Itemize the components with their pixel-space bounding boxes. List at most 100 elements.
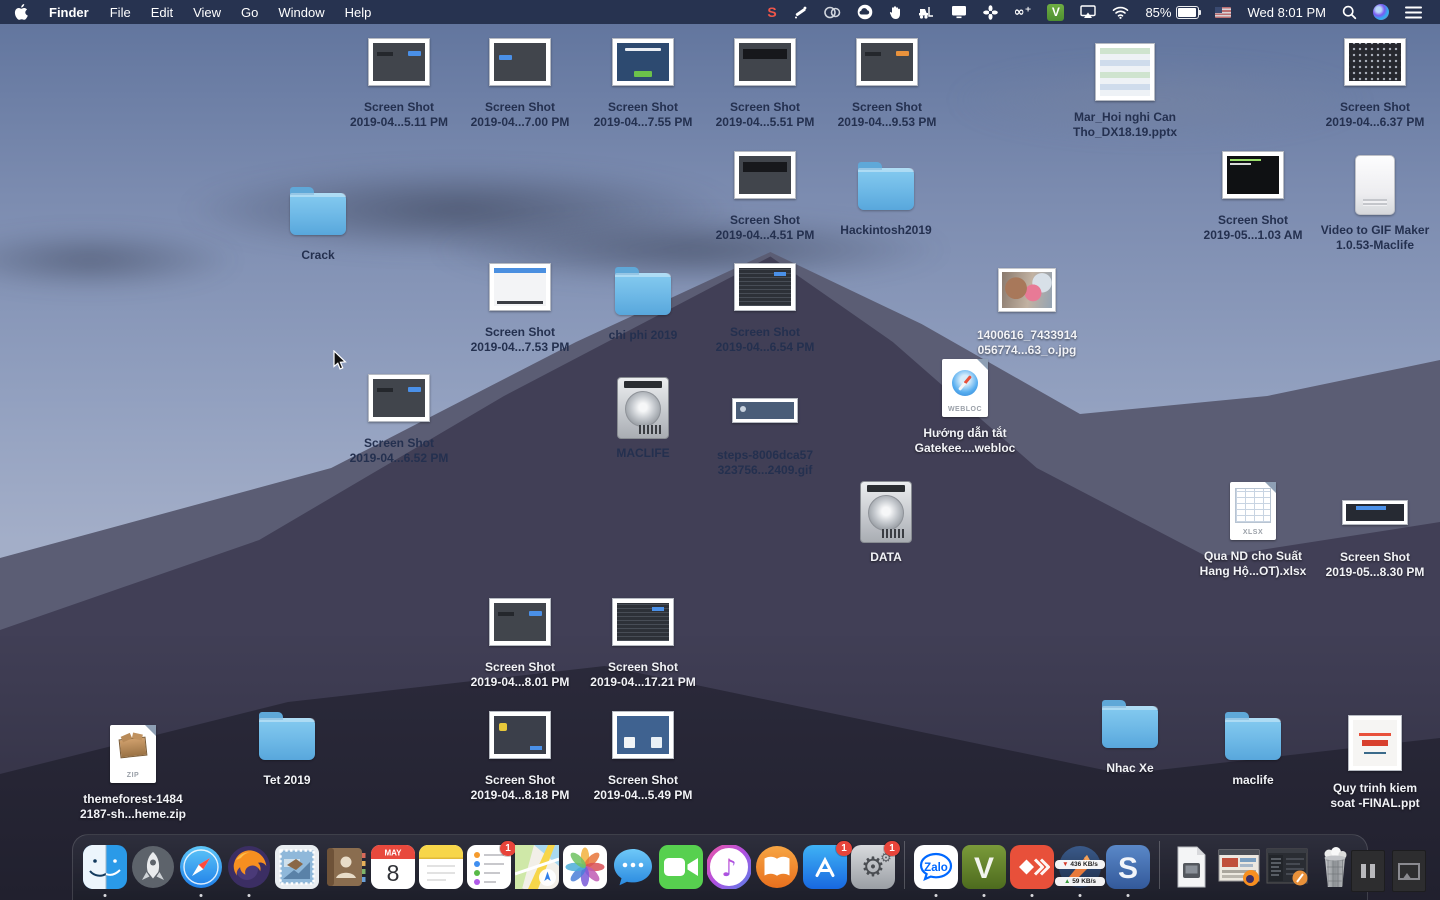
menu-edit[interactable]: Edit (141, 5, 183, 20)
desktop-icon-maclife-folder[interactable]: maclife (1187, 699, 1319, 788)
desktop-icon-ss-801[interactable]: Screen Shot 2019-04...8.01 PM (454, 586, 586, 690)
status-infinity-plus-icon[interactable]: ∞⁺ (1006, 0, 1040, 24)
siri-button[interactable] (1365, 0, 1397, 24)
dock-zalo[interactable]: Zalo (914, 845, 958, 889)
desktop-icon-hackintosh[interactable]: Hackintosh2019 (820, 149, 952, 238)
svg-text:S: S (1118, 852, 1138, 885)
status-forklift-icon[interactable] (910, 0, 943, 24)
pause-icon (1361, 864, 1375, 878)
menu-window[interactable]: Window (268, 5, 334, 20)
ss-511-label: Screen Shot 2019-04...5.11 PM (350, 100, 448, 130)
maclife-drive-label: MACLIFE (616, 446, 669, 461)
desktop-icon-ss-1721[interactable]: Screen Shot 2019-04...17.21 PM (577, 586, 709, 690)
ss-103-thumbnail (1222, 139, 1284, 211)
desktop-icon-ss-511[interactable]: Screen Shot 2019-04...5.11 PM (333, 26, 465, 130)
dock: MAY81♪1⚙⚙1ZaloV▼ 436 KB/s▲ 59 KB/sS (72, 834, 1368, 900)
notification-center-button[interactable] (1397, 0, 1430, 24)
desktop-icon-ss-953[interactable]: Screen Shot 2019-04...9.53 PM (821, 26, 953, 130)
battery-status[interactable]: 85% (1137, 5, 1207, 20)
status-airplay-icon[interactable] (1072, 0, 1104, 24)
desktop-icon-ss-103[interactable]: Screen Shot 2019-05...1.03 AM (1187, 139, 1319, 243)
dock-calendar[interactable]: MAY8 (371, 845, 415, 889)
dock-notes[interactable] (419, 845, 463, 889)
status-v-input-icon[interactable]: V (1039, 0, 1072, 24)
desktop-icon-ss-755[interactable]: Screen Shot 2019-04...7.55 PM (577, 26, 709, 130)
desktop-icon-data-drive[interactable]: DATA (820, 476, 952, 565)
desktop-icon-ss-652[interactable]: Screen Shot 2019-04...6.52 PM (333, 362, 465, 466)
pause-button[interactable] (1351, 850, 1385, 892)
desktop-icon-steps-gif[interactable]: steps-8006dca57 323756...2409.gif (699, 374, 831, 478)
dock-maps[interactable] (515, 845, 559, 889)
dock-min-firefox-window[interactable] (1217, 845, 1261, 889)
menu-bar-clock[interactable]: Wed 8:01 PM (1239, 5, 1334, 20)
status-creative-cloud-icon[interactable] (816, 0, 849, 24)
desktop-icon-maclife-drive[interactable]: MACLIFE (577, 372, 709, 461)
menu-bar: FinderFileEditViewGoWindowHelp S∞⁺V 85% … (0, 0, 1440, 24)
dock-messages[interactable] (611, 845, 655, 889)
data-drive-thumbnail (860, 476, 912, 548)
desktop-icon-ss-830[interactable]: Screen Shot 2019-05...8.30 PM (1309, 476, 1440, 580)
spotlight-button[interactable] (1334, 0, 1365, 24)
tet-2019-label: Tet 2019 (263, 773, 310, 788)
dock-evkey[interactable]: V (962, 845, 1006, 889)
dock-system-preferences[interactable]: ⚙⚙1 (851, 845, 895, 889)
dock-facetime[interactable] (659, 845, 703, 889)
dock-min-dark-window[interactable] (1265, 845, 1309, 889)
status-s-app-icon[interactable]: S (759, 0, 784, 24)
apple-menu[interactable] (0, 4, 38, 20)
dock-itunes[interactable]: ♪ (707, 845, 751, 889)
dock-net-speed[interactable]: ▼ 436 KB/s▲ 59 KB/s (1058, 845, 1102, 889)
desktop-icon-pptx[interactable]: Mar_Hoi nghi Can Tho_DX18.19.pptx (1059, 36, 1191, 140)
dock-books[interactable] (755, 845, 799, 889)
desktop-icon-tet-2019[interactable]: Tet 2019 (221, 699, 353, 788)
desktop-icon-ss-700[interactable]: Screen Shot 2019-04...7.00 PM (454, 26, 586, 130)
status-wand-tool-icon[interactable] (785, 0, 816, 24)
desktop-icon-ss-654[interactable]: Screen Shot 2019-04...6.54 PM (699, 251, 831, 355)
dock-finder[interactable] (83, 845, 127, 889)
dock-firefox[interactable] (227, 845, 271, 889)
menu-view[interactable]: View (183, 5, 231, 20)
status-display-icon[interactable] (943, 0, 975, 24)
desktop-icon-ss-451[interactable]: Screen Shot 2019-04...4.51 PM (699, 139, 831, 243)
nhac-xe-thumbnail (1102, 687, 1158, 759)
dock-safari[interactable] (179, 845, 223, 889)
desktop-icon-ss-818[interactable]: Screen Shot 2019-04...8.18 PM (454, 699, 586, 803)
desktop-icon-ss-551[interactable]: Screen Shot 2019-04...5.51 PM (699, 26, 831, 130)
desktop-icon-ss-549[interactable]: Screen Shot 2019-04...5.49 PM (577, 699, 709, 803)
dock-appstore[interactable]: 1 (803, 845, 847, 889)
running-indicator (983, 894, 986, 897)
dock-mail[interactable] (275, 845, 319, 889)
status-fan-icon[interactable] (975, 0, 1006, 24)
input-source-flag-icon[interactable] (1215, 7, 1231, 18)
status-wifi-icon[interactable] (1104, 0, 1137, 24)
ss-652-label: Screen Shot 2019-04...6.52 PM (350, 436, 449, 466)
desktop-icon-crack[interactable]: Crack (252, 174, 384, 263)
dock-red-arrows[interactable] (1010, 845, 1054, 889)
ss-549-label: Screen Shot 2019-04...5.49 PM (594, 773, 693, 803)
desktop-icon-jpg-photo[interactable]: 1400616_7433914 056774...63_o.jpg (961, 254, 1093, 358)
menu-help[interactable]: Help (335, 5, 382, 20)
desktop-icon-ss-753[interactable]: Screen Shot 2019-04...7.53 PM (454, 251, 586, 355)
desktop-icon-quy-trinh[interactable]: Quy trinh kiem soat -FINAL.ppt (1309, 707, 1440, 811)
desktop-icon-xlsx[interactable]: XLSXQua ND cho Suất Hang Hộ...OT).xlsx (1187, 475, 1319, 579)
menu-go[interactable]: Go (231, 5, 268, 20)
dock-snagit[interactable]: S (1106, 845, 1150, 889)
desktop-icon-gif-maker[interactable]: Video to GIF Maker 1.0.53-Maclife (1309, 149, 1440, 253)
status-hand-icon[interactable] (881, 0, 910, 24)
dock-launchpad[interactable] (131, 845, 175, 889)
desktop-icon-ss-637[interactable]: Screen Shot 2019-04...6.37 PM (1309, 26, 1440, 130)
dock-min-document[interactable] (1169, 845, 1213, 889)
maclife-folder-thumbnail (1225, 699, 1281, 771)
status-cloud-sync-icon[interactable] (849, 0, 881, 24)
frames-button[interactable] (1392, 850, 1426, 892)
dock-contacts[interactable] (323, 845, 367, 889)
dock-reminders[interactable]: 1 (467, 845, 511, 889)
menu-file[interactable]: File (100, 5, 141, 20)
ss-551-thumbnail (734, 26, 796, 98)
desktop-icon-chi-phi[interactable]: chi phi 2019 (577, 254, 709, 343)
desktop-icon-webloc[interactable]: WEBLOCHướng dẫn tắt Gatekee....webloc (899, 352, 1031, 456)
menu-finder[interactable]: Finder (38, 5, 100, 20)
desktop-icon-nhac-xe[interactable]: Nhac Xe (1064, 687, 1196, 776)
dock-photos[interactable] (563, 845, 607, 889)
desktop-icon-zip[interactable]: ZIPthemeforest-1484 2187-sh...heme.zip (67, 718, 199, 822)
